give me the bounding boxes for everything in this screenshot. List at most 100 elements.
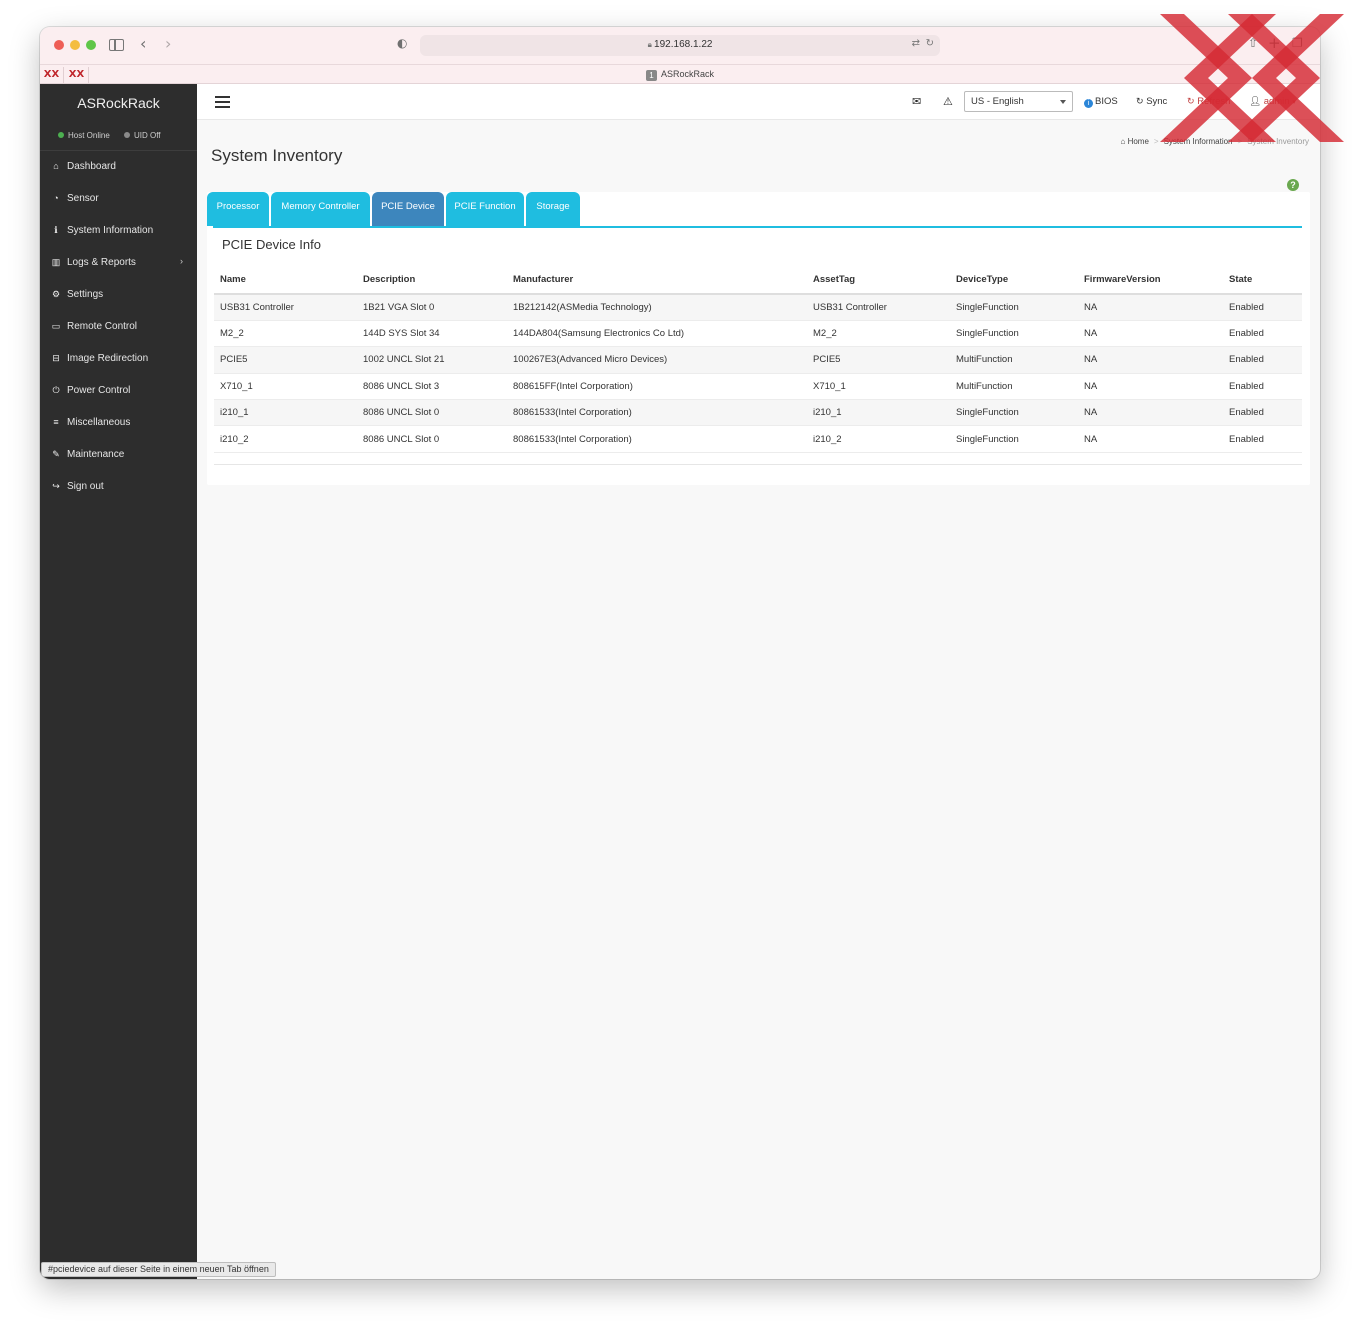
- breadcrumb-system-information[interactable]: System Information: [1164, 137, 1233, 146]
- sidebar-item-image-redirection[interactable]: ⊟ Image Redirection: [40, 343, 197, 375]
- close-window-button[interactable]: [54, 40, 64, 50]
- language-select[interactable]: US - English: [964, 91, 1073, 112]
- cell-state: Enabled: [1223, 294, 1302, 321]
- translate-icon[interactable]: ⇄: [912, 38, 920, 49]
- refresh-button[interactable]: ↻ Refresh: [1187, 96, 1230, 107]
- sidebar-item-system-information[interactable]: ℹ System Information: [40, 215, 197, 247]
- sidebar-item-label: Settings: [67, 289, 104, 300]
- cell-firmwareversion: NA: [1078, 373, 1223, 401]
- sidebar-item-label: Maintenance: [67, 449, 125, 460]
- envelope-icon[interactable]: ✉: [912, 95, 921, 108]
- cell-name: PCIE5: [214, 346, 357, 374]
- new-tab-icon[interactable]: +: [1268, 34, 1281, 52]
- column-header-devicetype[interactable]: DeviceType: [950, 266, 1078, 295]
- sidebar-item-maintenance[interactable]: ✎ Maintenance: [40, 439, 197, 471]
- share-icon[interactable]: ⇧: [1248, 36, 1258, 50]
- drive-icon: ⊟: [52, 353, 60, 363]
- list-icon: ≡: [53, 417, 59, 427]
- sidebar-item-label: Remote Control: [67, 321, 138, 332]
- minimize-window-button[interactable]: [70, 40, 80, 50]
- home-icon: ⌂: [1120, 137, 1126, 146]
- caret-down-icon: ▾: [1292, 99, 1296, 106]
- box-title: PCIE Device Info: [222, 237, 321, 252]
- sync-button[interactable]: ↻ Sync: [1136, 96, 1167, 107]
- tab-pcie-function[interactable]: PCIE Function: [446, 192, 524, 226]
- cell-description: 8086 UNCL Slot 0: [357, 399, 507, 427]
- user-menu[interactable]: 👤︎ admin ▾: [1249, 96, 1296, 107]
- cell-name: M2_2: [214, 320, 357, 348]
- menu-toggle-icon[interactable]: [215, 96, 230, 108]
- sidebar-item-label: Miscellaneous: [67, 417, 131, 428]
- browser-window: ‹ › ◐ 🔒︎ 192.168.1.22 ⇄ ↻ ⇧ + ❐ XX XX 1A…: [40, 27, 1320, 1279]
- uid-status[interactable]: UID Off: [124, 131, 161, 140]
- sidebar-item-power-control[interactable]: ⏻ Power Control: [40, 375, 197, 407]
- main-content: System Inventory ⌂ Home > System Informati…: [197, 120, 1320, 1279]
- tab-overview-icon[interactable]: ❐: [1292, 36, 1303, 50]
- cell-manufacturer: 144DA804(Samsung Electronics Co Ltd): [507, 320, 807, 348]
- cell-name: i210_2: [214, 425, 357, 453]
- table-row: i210_2 8086 UNCL Slot 0 80861533(Intel C…: [214, 425, 1302, 453]
- sidebar-item-sensor[interactable]: ◔ Sensor: [40, 183, 197, 215]
- column-header-assettag[interactable]: AssetTag: [807, 266, 950, 295]
- cell-description: 1B21 VGA Slot 0: [357, 294, 507, 321]
- active-browser-tab[interactable]: 1 ASRockRack: [40, 69, 1320, 81]
- column-header-description[interactable]: Description: [357, 266, 507, 295]
- cell-devicetype: SingleFunction: [950, 294, 1078, 321]
- reload-icon[interactable]: ↻: [926, 38, 934, 49]
- host-status-label: Host Online: [68, 131, 110, 140]
- tab-storage[interactable]: Storage: [526, 192, 580, 226]
- tab-processor[interactable]: Processor: [207, 192, 269, 226]
- breadcrumb-home[interactable]: Home: [1128, 137, 1149, 146]
- tab-pcie-device[interactable]: PCIE Device: [372, 192, 444, 226]
- zoom-window-button[interactable]: [86, 40, 96, 50]
- info-icon: i: [1084, 99, 1093, 108]
- cell-manufacturer: 100267E3(Advanced Micro Devices): [507, 346, 807, 374]
- column-header-state[interactable]: State: [1223, 266, 1302, 295]
- bios-button[interactable]: i BIOS: [1084, 96, 1118, 108]
- sidebar-item-miscellaneous[interactable]: ≡ Miscellaneous: [40, 407, 197, 439]
- column-header-manufacturer[interactable]: Manufacturer: [507, 266, 807, 295]
- page-title: System Inventory: [211, 146, 343, 165]
- sync-label: Sync: [1146, 96, 1168, 107]
- cell-state: Enabled: [1223, 399, 1302, 427]
- cell-manufacturer: 80861533(Intel Corporation): [507, 425, 807, 453]
- address-bar[interactable]: 🔒︎ 192.168.1.22 ⇄ ↻: [420, 35, 940, 56]
- privacy-shield-icon[interactable]: ◐: [397, 36, 407, 50]
- sidebar: ASRockRack Host Online UID Off ⌂ Dashboar…: [40, 84, 197, 1279]
- sidebar-item-settings[interactable]: ⚙ Settings: [40, 279, 197, 311]
- cell-name: X710_1: [214, 373, 357, 401]
- cell-state: Enabled: [1223, 373, 1302, 401]
- sidebar-item-remote-control[interactable]: ▭ Remote Control: [40, 311, 197, 343]
- cell-assettag: i210_2: [807, 425, 950, 453]
- bios-label: BIOS: [1095, 96, 1118, 107]
- refresh-icon: ↻: [1187, 96, 1195, 106]
- sync-icon: ↻: [1136, 96, 1144, 106]
- sidebar-item-label: Dashboard: [67, 161, 116, 172]
- cell-firmwareversion: NA: [1078, 346, 1223, 374]
- cell-description: 8086 UNCL Slot 3: [357, 373, 507, 401]
- sidebar-item-logs-reports[interactable]: ▥ Logs & Reports ›: [40, 247, 197, 279]
- gauge-icon: ◔: [53, 193, 59, 203]
- cell-devicetype: SingleFunction: [950, 425, 1078, 453]
- uid-status-label: UID Off: [134, 131, 161, 140]
- tab-memory-controller[interactable]: Memory Controller: [271, 192, 370, 226]
- status-dot-icon: [124, 132, 130, 138]
- cell-state: Enabled: [1223, 425, 1302, 453]
- table-footer-line: [214, 464, 1302, 465]
- monitor-icon: ▭: [51, 321, 61, 331]
- column-header-firmwareversion[interactable]: FirmwareVersion: [1078, 266, 1223, 295]
- help-icon[interactable]: ?: [1287, 179, 1299, 191]
- sidebar-item-label: Power Control: [67, 385, 131, 396]
- sidebar-item-dashboard[interactable]: ⌂ Dashboard: [40, 151, 197, 183]
- sidebar-item-label: Logs & Reports: [67, 257, 136, 268]
- tab-badge: 1: [645, 70, 657, 81]
- forward-icon[interactable]: ›: [165, 34, 171, 53]
- warning-icon[interactable]: ⚠: [943, 95, 953, 108]
- bar-chart-icon: ▥: [51, 257, 61, 267]
- cell-firmwareversion: NA: [1078, 399, 1223, 427]
- breadcrumb-separator: >: [1237, 137, 1243, 146]
- column-header-name[interactable]: Name: [214, 266, 357, 295]
- back-icon[interactable]: ‹: [140, 34, 146, 53]
- sidebar-item-sign-out[interactable]: ↪ Sign out: [40, 471, 197, 503]
- sidebar-toggle-icon[interactable]: [109, 39, 124, 51]
